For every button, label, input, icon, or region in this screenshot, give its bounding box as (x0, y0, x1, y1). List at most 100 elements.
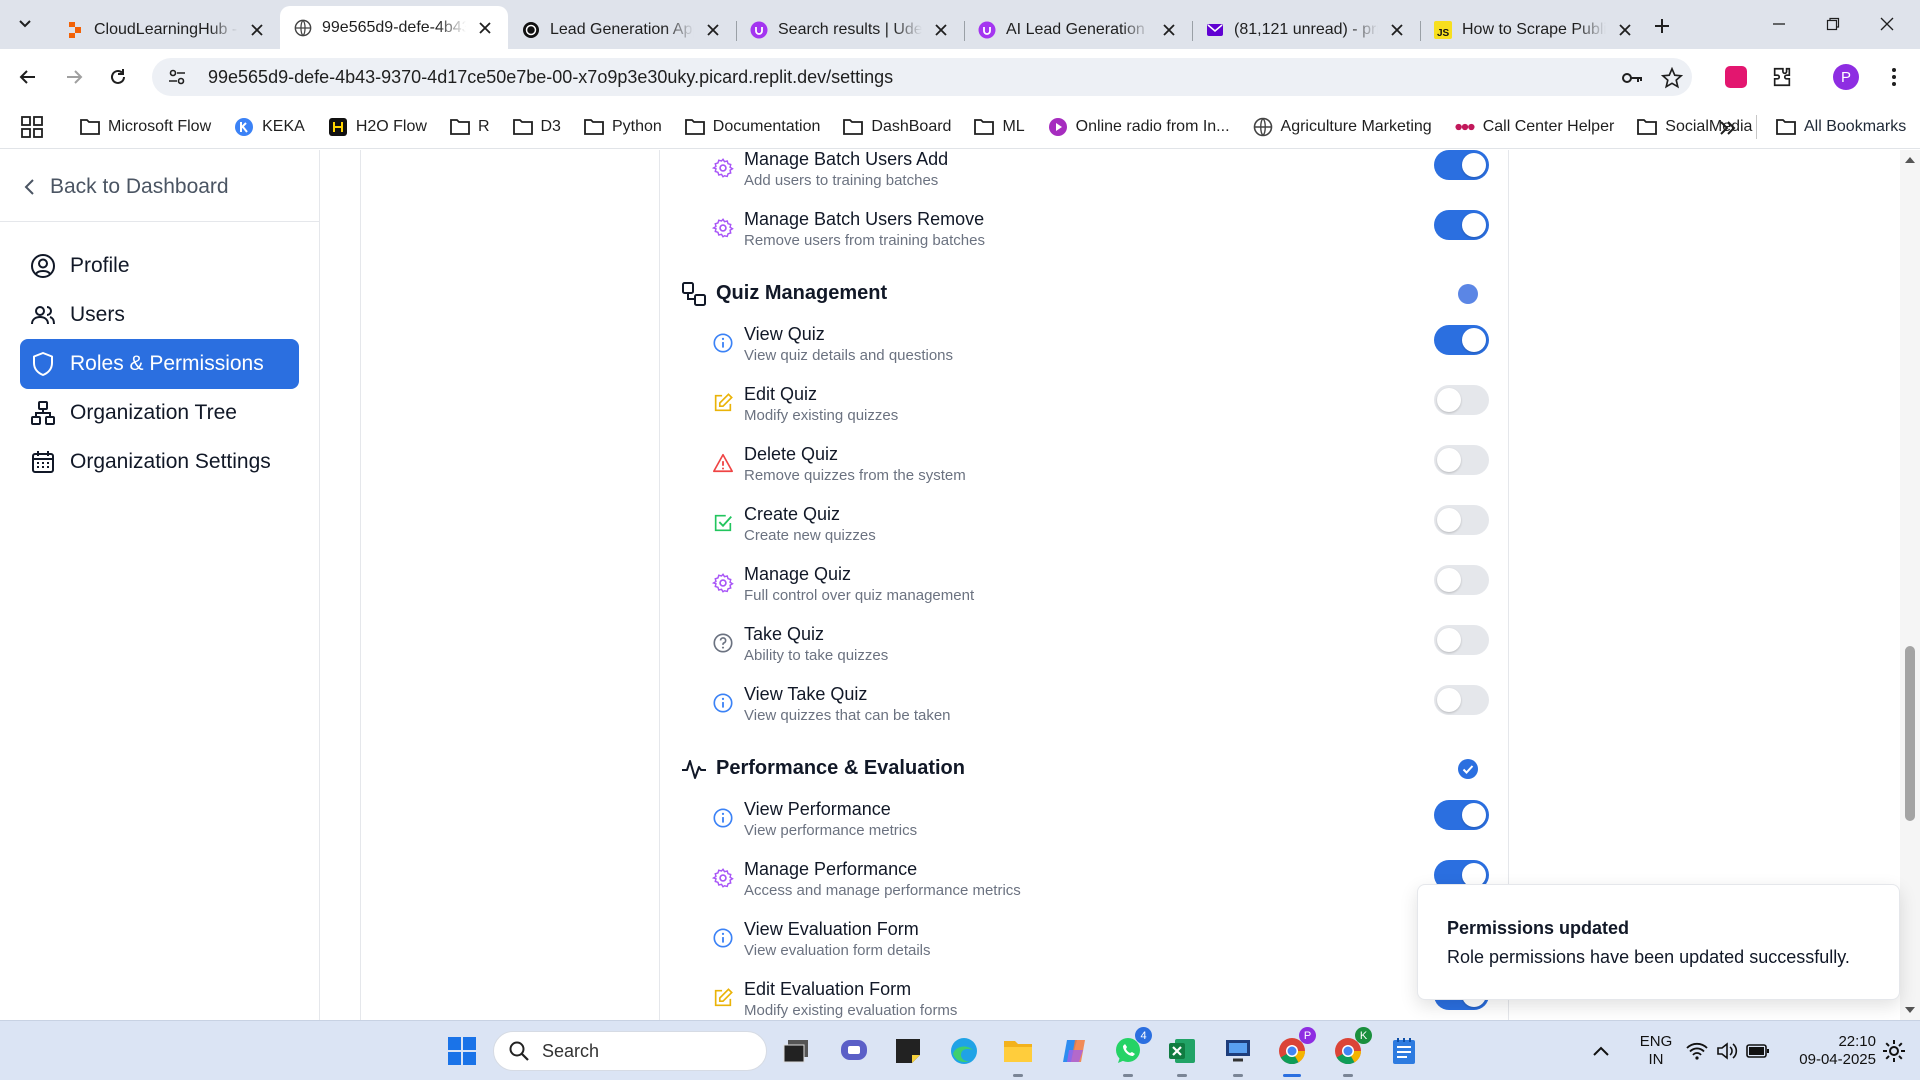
close-tab-icon[interactable] (1388, 21, 1406, 39)
sidebar-item-users[interactable]: Users (20, 290, 299, 340)
bookmark-item[interactable]: Microsoft Flow (80, 117, 211, 137)
permission-description: Add users to training batches (744, 172, 939, 189)
close-tab-icon[interactable] (932, 21, 950, 39)
key-icon[interactable] (1620, 66, 1644, 90)
close-tab-icon[interactable] (704, 21, 722, 39)
windows-start-icon[interactable] (448, 1037, 476, 1065)
toast-notification: Permissions updated Role permissions hav… (1417, 884, 1900, 1000)
yahoo-mail-icon (1206, 21, 1224, 39)
bookmark-item[interactable]: KEKA (234, 117, 305, 137)
bookmark-item[interactable]: ML (974, 117, 1025, 137)
language-indicator[interactable]: ENG IN (1634, 1033, 1678, 1069)
page-scrollbar[interactable] (1900, 150, 1920, 1020)
url-text[interactable]: 99e565d9-defe-4b43-9370-4d17ce50e7be-00-… (208, 67, 893, 88)
permission-toggle[interactable] (1434, 565, 1489, 595)
bookmark-item[interactable]: Documentation (684, 117, 820, 137)
copilot-icon[interactable] (1056, 1033, 1092, 1069)
forward-button[interactable] (60, 63, 88, 91)
system-clock[interactable]: 22:10 09-04-2025 (1786, 1033, 1876, 1069)
bookmark-item[interactable]: Python (584, 117, 662, 137)
permission-toggle[interactable] (1434, 625, 1489, 655)
bookmark-item[interactable]: Call Center Helper (1455, 117, 1614, 137)
browser-tab[interactable]: 99e565d9-defe-4b43 (280, 6, 508, 49)
permission-toggle[interactable] (1434, 210, 1489, 240)
close-tab-icon[interactable] (476, 19, 494, 37)
teams-chat-icon[interactable] (836, 1033, 872, 1069)
permission-toggle[interactable] (1434, 800, 1489, 830)
chrome-profile-k-icon[interactable]: K (1330, 1027, 1372, 1077)
permission-toggle[interactable] (1434, 150, 1489, 180)
volume-icon[interactable] (1716, 1041, 1738, 1061)
clock-date: 09-04-2025 (1799, 1051, 1876, 1068)
close-window-button[interactable] (1858, 0, 1916, 48)
close-tab-icon[interactable] (1160, 21, 1178, 39)
permission-toggle[interactable] (1434, 685, 1489, 715)
permission-toggle[interactable] (1434, 445, 1489, 475)
permission-row: Manage Performance Access and manage per… (711, 859, 1472, 911)
chevron-up-icon[interactable] (1590, 1041, 1612, 1063)
sidebar-item-profile[interactable]: Profile (20, 241, 299, 291)
browser-tab[interactable]: CloudLearningHub - (52, 11, 280, 49)
permission-toggle[interactable] (1434, 325, 1489, 355)
taskbar-search-box[interactable]: Search (493, 1031, 767, 1071)
settings-gear-icon[interactable] (1882, 1039, 1906, 1063)
sidebar-item-organization-tree[interactable]: Organization Tree (20, 388, 299, 438)
browser-tab[interactable]: AI Lead Generation | (964, 11, 1192, 49)
tab-search-button[interactable] (10, 8, 40, 38)
excel-icon[interactable] (1164, 1033, 1200, 1077)
permission-toggle[interactable] (1434, 385, 1489, 415)
sticky-notes-icon[interactable] (890, 1033, 926, 1069)
bookmark-item[interactable]: H2O Flow (328, 117, 427, 137)
whatsapp-icon[interactable]: 4 (1110, 1027, 1152, 1077)
new-tab-button[interactable] (1648, 12, 1676, 40)
permission-section-header[interactable]: Quiz Management (680, 276, 1510, 312)
bookmark-item[interactable]: Agriculture Marketing (1253, 117, 1432, 137)
close-tab-icon[interactable] (248, 21, 266, 39)
remote-desktop-icon[interactable] (1220, 1033, 1256, 1077)
browser-tab[interactable]: JS How to Scrape Public (1420, 11, 1648, 49)
permission-toggle[interactable] (1434, 505, 1489, 535)
folder-icon (843, 117, 864, 137)
permission-title: View Take Quiz (744, 684, 868, 704)
browser-tab[interactable]: Search results | Udemy (736, 11, 964, 49)
task-view-icon[interactable] (778, 1033, 814, 1069)
site-info-icon[interactable] (166, 66, 188, 88)
tab-title: How to Scrape Public (1462, 21, 1606, 38)
chevron-double-right-icon[interactable] (1716, 117, 1738, 139)
star-icon[interactable] (1660, 66, 1684, 90)
all-bookmarks-button[interactable]: All Bookmarks (1776, 105, 1906, 149)
permission-section-header[interactable]: Performance & Evaluation (680, 751, 1510, 787)
minimize-button[interactable] (1750, 0, 1808, 48)
edge-browser-icon[interactable] (946, 1033, 982, 1069)
restore-button[interactable] (1804, 0, 1862, 48)
chrome-profile-p-icon[interactable]: P (1274, 1027, 1316, 1077)
browser-tab[interactable]: (81,121 unread) - pri (1192, 11, 1420, 49)
address-bar[interactable]: 99e565d9-defe-4b43-9370-4d17ce50e7be-00-… (152, 58, 1692, 96)
wifi-icon[interactable] (1686, 1041, 1708, 1061)
bookmark-item[interactable]: R (450, 117, 490, 137)
extension-replit-icon[interactable] (1722, 63, 1750, 91)
puzzle-icon[interactable] (1768, 63, 1796, 91)
scroll-up-arrow-icon[interactable] (1904, 154, 1916, 166)
scrollbar-thumb[interactable] (1905, 646, 1915, 821)
browser-tab[interactable]: Lead Generation App (508, 11, 736, 49)
apps-grid-icon[interactable] (20, 115, 44, 139)
notepad-icon[interactable] (1386, 1033, 1422, 1069)
scroll-down-arrow-icon[interactable] (1904, 1004, 1916, 1016)
app-viewport: Back to Dashboard Profile Users Roles & … (0, 150, 1920, 1020)
battery-icon[interactable] (1746, 1042, 1770, 1060)
bookmark-item[interactable]: Online radio from In... (1048, 117, 1230, 137)
back-button[interactable] (14, 63, 42, 91)
sidebar-item-roles-permissions[interactable]: Roles & Permissions (20, 339, 299, 389)
bookmark-item[interactable]: D3 (512, 117, 561, 137)
file-explorer-icon[interactable] (1000, 1033, 1036, 1077)
edit-icon (712, 987, 734, 1009)
bookmark-item[interactable]: DashBoard (843, 117, 951, 137)
close-tab-icon[interactable] (1616, 21, 1634, 39)
info-icon (712, 692, 734, 714)
browser-menu-button[interactable] (1880, 63, 1908, 91)
back-to-dashboard-link[interactable]: Back to Dashboard (22, 172, 229, 202)
profile-avatar[interactable]: P (1833, 64, 1859, 90)
sidebar-item-organization-settings[interactable]: Organization Settings (20, 437, 299, 487)
reload-button[interactable] (104, 63, 132, 91)
